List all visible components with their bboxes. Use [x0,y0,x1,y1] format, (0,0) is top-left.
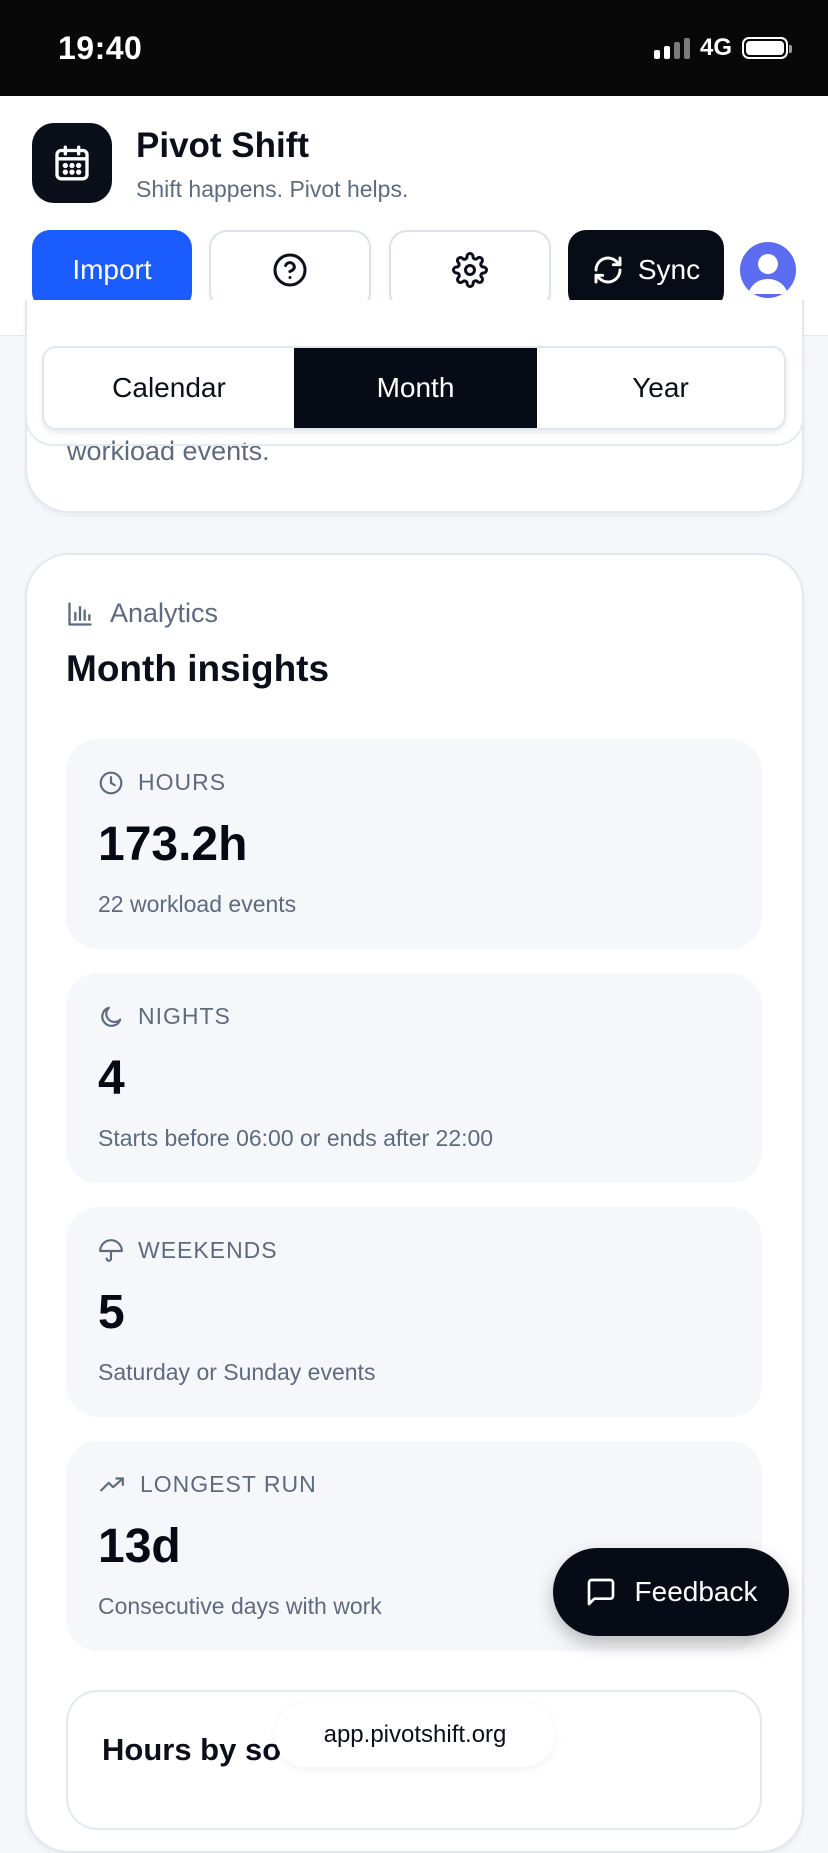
help-icon [273,253,307,287]
stat-label: WEEKENDS [138,1237,278,1263]
hours-by-source-title: Hours by so [102,1732,282,1767]
stat-description: Starts before 06:00 or ends after 22:00 [98,1125,494,1151]
stat-description: 22 workload events [98,891,297,917]
status-bar: 19:40 4G [0,0,828,96]
feedback-button[interactable]: Feedback [553,1548,789,1636]
stat-card-nights: NIGHTS 4 Starts before 06:00 or ends aft… [66,973,762,1183]
avatar[interactable] [740,242,796,298]
stat-card-hours: HOURS 173.2h 22 workload events [66,739,762,949]
stat-description: Consecutive days with work [98,1593,382,1619]
app-title: Pivot Shift [136,126,310,165]
network-type: 4G [699,34,732,61]
user-icon [748,254,788,294]
sync-label: Sync [637,254,701,285]
bar-chart-icon [68,601,92,626]
settings-button[interactable] [389,230,551,310]
stat-label: LONGEST RUN [140,1471,317,1497]
stat-value: 173.2h [98,818,248,871]
tab-year[interactable]: Year [537,348,784,428]
stat-value: 5 [98,1286,125,1339]
analytics-label: Analytics [110,598,219,628]
help-button[interactable] [209,230,371,310]
status-time: 19:40 [58,29,143,66]
stat-description: Saturday or Sunday events [98,1359,376,1385]
tab-month[interactable]: Month [294,348,537,428]
stat-value: 13d [98,1520,181,1573]
view-switcher: Calendar Month Year [42,346,786,430]
stat-label: NIGHTS [138,1003,231,1029]
calendar-logo-icon [32,123,112,203]
stat-card-weekends: WEEKENDS 5 Saturday or Sunday events [66,1207,762,1417]
stat-value: 4 [98,1052,125,1105]
tab-calendar[interactable]: Calendar [44,348,294,428]
battery-icon [742,37,792,59]
app-subtitle: Shift happens. Pivot helps. [136,176,409,202]
status-indicators: 4G [653,34,792,62]
analytics-eyebrow: Analytics [66,598,218,629]
gear-icon [452,252,488,288]
browser-url-bar[interactable]: app.pivotshift.org [275,1703,555,1767]
trending-up-icon [100,1476,124,1491]
moon-icon [101,1006,122,1027]
stat-label: HOURS [138,769,227,795]
import-button[interactable]: Import [32,230,192,310]
clock-icon [99,771,123,794]
signal-icon [653,37,690,59]
feedback-label: Feedback [634,1576,758,1607]
refresh-icon [594,256,622,284]
sync-button[interactable]: Sync [568,230,724,310]
section-title: Month insights [66,648,330,689]
message-square-icon [587,1578,614,1606]
umbrella-icon [99,1238,123,1262]
